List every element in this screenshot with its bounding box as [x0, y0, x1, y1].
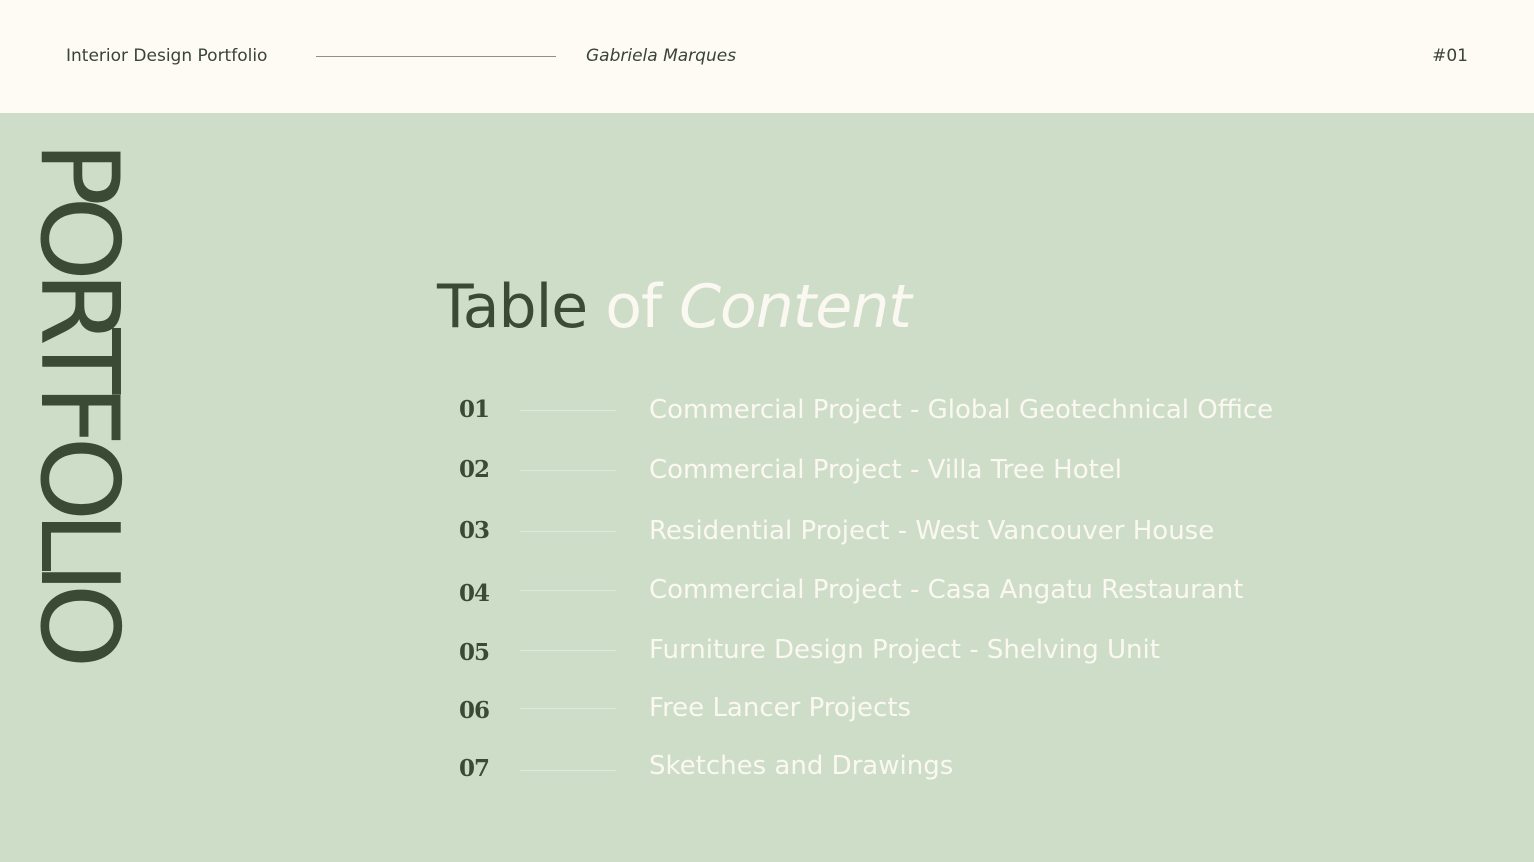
toc-item-rule — [520, 470, 616, 471]
page-number: #01 — [1432, 46, 1468, 66]
toc-item-number: 06 — [459, 697, 490, 724]
toc-item-label: Commercial Project - Villa Tree Hotel — [649, 455, 1123, 485]
toc-item[interactable]: 05 Furniture Design Project - Shelving U… — [0, 630, 1534, 670]
header-divider-line — [316, 56, 556, 57]
toc-heading-part2: of — [605, 272, 662, 342]
toc-item[interactable]: 07 Sketches and Drawings — [0, 746, 1534, 786]
toc-heading-part1: Table — [437, 272, 588, 342]
toc-item[interactable]: 06 Free Lancer Projects — [0, 688, 1534, 728]
page-header: Interior Design Portfolio Gabriela Marqu… — [0, 0, 1534, 113]
toc-item-label: Sketches and Drawings — [649, 751, 954, 781]
author-name: Gabriela Marques — [586, 46, 737, 66]
toc-heading: Table of Content — [437, 272, 912, 342]
toc-item-label: Residential Project - West Vancouver Hou… — [649, 516, 1215, 546]
portfolio-label: Interior Design Portfolio — [66, 46, 268, 66]
toc-item-number: 07 — [459, 755, 490, 782]
toc-item[interactable]: 04 Commercial Project - Casa Angatu Rest… — [0, 570, 1534, 610]
toc-item[interactable]: 01 Commercial Project - Global Geotechni… — [0, 390, 1534, 430]
toc-item-label: Commercial Project - Casa Angatu Restaur… — [649, 575, 1244, 605]
toc-item-number: 04 — [459, 580, 490, 607]
toc-item-rule — [520, 770, 616, 771]
toc-item-rule — [520, 590, 616, 591]
toc-item-number: 05 — [459, 639, 490, 666]
toc-item-rule — [520, 650, 616, 651]
toc-item-number: 02 — [459, 456, 490, 483]
toc-item-rule — [520, 708, 616, 709]
toc-item-number: 01 — [459, 396, 490, 423]
toc-item-label: Furniture Design Project - Shelving Unit — [649, 635, 1160, 665]
toc-item-number: 03 — [459, 517, 490, 544]
toc-heading-part3: Content — [679, 272, 912, 342]
toc-item-rule — [520, 531, 616, 532]
toc-item-rule — [520, 410, 616, 411]
toc-item-label: Free Lancer Projects — [649, 693, 912, 723]
toc-item-label: Commercial Project - Global Geotechnical… — [649, 395, 1274, 425]
toc-item[interactable]: 02 Commercial Project - Villa Tree Hotel — [0, 450, 1534, 490]
toc-item[interactable]: 03 Residential Project - West Vancouver … — [0, 511, 1534, 551]
